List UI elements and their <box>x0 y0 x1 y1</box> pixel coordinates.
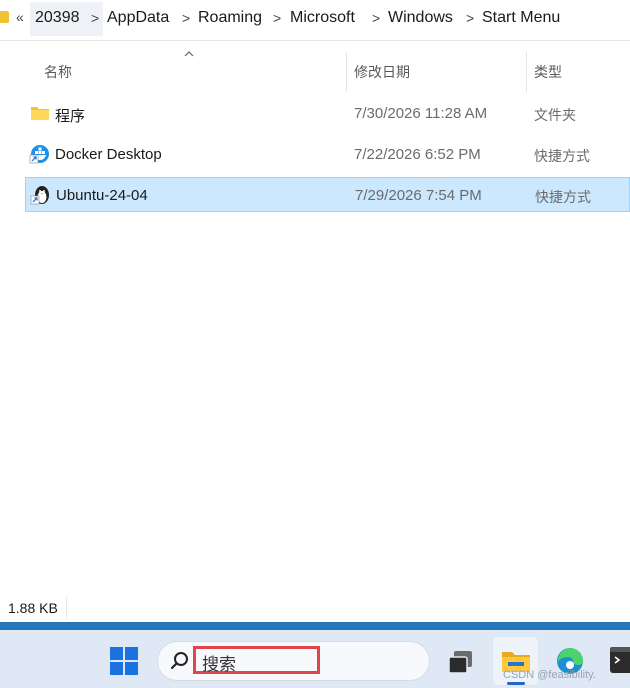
active-app-indicator <box>507 682 525 685</box>
file-name: Docker Desktop <box>55 146 162 163</box>
column-header-name[interactable]: 名称 <box>44 62 72 82</box>
file-row-ubuntu[interactable]: Ubuntu-24-04 7/29/2026 7:54 PM 快捷方式 <box>25 177 630 212</box>
breadcrumb-item-roaming[interactable]: Roaming <box>198 9 262 27</box>
file-type: 文件夹 <box>534 107 576 123</box>
divider <box>66 597 67 619</box>
chevron-right-icon: > <box>182 10 191 26</box>
search-input[interactable]: 搜索 <box>202 650 236 675</box>
breadcrumb-item-20398[interactable]: 20398 <box>35 9 80 27</box>
breadcrumb-item-windows[interactable]: Windows <box>388 9 453 27</box>
folder-icon <box>0 11 9 23</box>
column-divider[interactable] <box>346 52 347 92</box>
selected-size: 1.88 KB <box>8 600 58 616</box>
docker-shortcut-icon <box>29 145 49 164</box>
column-header-type[interactable]: 类型 <box>534 62 562 82</box>
chevron-right-icon: > <box>91 10 100 26</box>
chevron-right-icon: > <box>466 10 475 26</box>
file-date: 7/29/2026 7:54 PM <box>355 187 482 204</box>
task-view-icon[interactable] <box>446 648 476 676</box>
watermark-text: CSDN @feasibility. <box>503 669 596 681</box>
breadcrumb-item-appdata[interactable]: AppData <box>107 9 169 27</box>
chevron-right-icon: > <box>273 10 282 26</box>
file-name: 程序 <box>55 108 86 125</box>
status-bar: 1.88 KB <box>0 594 630 622</box>
file-date: 7/22/2026 6:52 PM <box>354 146 481 163</box>
breadcrumb-item-start-menu[interactable]: Start Menu <box>482 9 560 27</box>
file-row-programs[interactable]: 程序 7/30/2026 11:28 AM 文件夹 <box>25 96 630 131</box>
taskbar-top-strip <box>0 622 630 630</box>
terminal-icon[interactable] <box>610 647 630 673</box>
file-row-docker-desktop[interactable]: Docker Desktop 7/22/2026 6:52 PM 快捷方式 <box>25 137 630 172</box>
folder-icon <box>31 107 49 120</box>
file-type: 快捷方式 <box>534 148 590 164</box>
address-bar[interactable]: « 20398 > AppData > Roaming > Microsoft … <box>0 0 630 38</box>
windows-start-icon[interactable] <box>110 647 138 675</box>
chevron-right-icon: > <box>372 10 381 26</box>
divider <box>0 40 630 41</box>
ubuntu-shortcut-icon <box>30 186 49 205</box>
search-icon <box>170 652 188 670</box>
breadcrumb-overflow-icon[interactable]: « <box>16 9 24 25</box>
file-name: Ubuntu-24-04 <box>56 187 148 204</box>
file-date: 7/30/2026 11:28 AM <box>354 105 488 122</box>
column-header-date[interactable]: 修改日期 <box>354 62 410 82</box>
column-divider[interactable] <box>526 52 527 92</box>
sort-ascending-icon <box>184 51 194 57</box>
breadcrumb-item-microsoft[interactable]: Microsoft <box>290 9 355 27</box>
file-type: 快捷方式 <box>535 189 591 205</box>
